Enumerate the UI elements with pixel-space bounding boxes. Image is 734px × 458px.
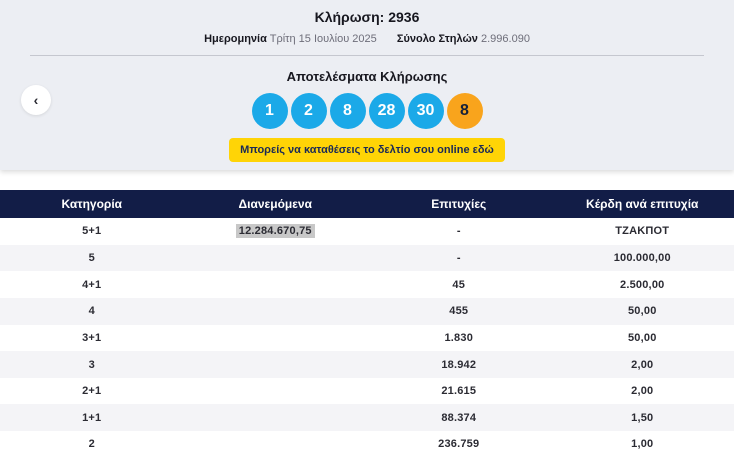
table-row: 2+1 21.6152,00: [0, 378, 734, 405]
column-header: Διανεμόμενα: [184, 197, 368, 211]
category-cell: 3: [0, 359, 184, 371]
date-value: Τρίτη 15 Ιουλίου 2025: [270, 33, 377, 45]
category-cell: 4: [0, 305, 184, 317]
prize-cell: 100.000,00: [551, 252, 734, 264]
table-row: 2 236.7591,00: [0, 431, 734, 458]
prize-cell: 50,00: [551, 305, 734, 317]
winners-cell: 18.942: [367, 359, 551, 371]
column-header: Κέρδη ανά επιτυχία: [551, 197, 734, 211]
draw-summary-section: Κλήρωση: 2936 Ημερομηνία Τρίτη 15 Ιουλίο…: [0, 0, 734, 170]
table-row: 4+1 452.500,00: [0, 271, 734, 298]
table-row: 3 18.9422,00: [0, 351, 734, 378]
prize-cell: 1,50: [551, 412, 734, 424]
columns-value: 2.996.090: [481, 33, 530, 45]
divider: [30, 55, 704, 56]
table-row: 3+1 1.83050,00: [0, 325, 734, 352]
winning-numbers: 12828308: [0, 93, 734, 129]
table-row: 4 45550,00: [0, 298, 734, 325]
winners-cell: 21.615: [367, 385, 551, 397]
winners-cell: 1.830: [367, 332, 551, 344]
selected-text: 12.284.670,75: [236, 224, 315, 238]
category-cell: 2: [0, 438, 184, 450]
previous-draw-button[interactable]: ‹: [21, 85, 51, 115]
draw-meta: Ημερομηνία Τρίτη 15 Ιουλίου 2025 Σύνολο …: [0, 33, 734, 45]
bonus-number-ball: 8: [447, 93, 483, 129]
prize-cell: 2.500,00: [551, 279, 734, 291]
winners-cell: -: [367, 225, 551, 237]
winners-cell: 236.759: [367, 438, 551, 450]
online-ticket-button[interactable]: Μπορείς να καταθέσεις το δελτίο σου onli…: [229, 138, 505, 162]
chevron-left-icon: ‹: [34, 92, 39, 108]
date-label: Ημερομηνία: [204, 33, 267, 45]
winning-number-ball: 8: [330, 93, 366, 129]
results-title: Αποτελέσματα Κλήρωσης: [0, 69, 734, 84]
distributed-cell: 12.284.670,75: [184, 225, 368, 237]
winning-number-ball: 2: [291, 93, 327, 129]
category-cell: 3+1: [0, 332, 184, 344]
column-header: Κατηγορία: [0, 197, 184, 211]
columns-label: Σύνολο Στηλών: [397, 33, 478, 45]
prize-table-body: 5+112.284.670,75-ΤΖΑΚΠΟΤ5-100.000,004+14…: [0, 218, 734, 458]
category-cell: 5: [0, 252, 184, 264]
prize-cell: 2,00: [551, 385, 734, 397]
category-cell: 5+1: [0, 225, 184, 237]
draw-title: Κλήρωση: 2936: [0, 0, 734, 25]
winning-number-ball: 1: [252, 93, 288, 129]
category-cell: 1+1: [0, 412, 184, 424]
winners-cell: 88.374: [367, 412, 551, 424]
winning-number-ball: 28: [369, 93, 405, 129]
winners-cell: -: [367, 252, 551, 264]
draw-number: 2936: [388, 9, 419, 25]
lottery-results-page: Κλήρωση: 2936 Ημερομηνία Τρίτη 15 Ιουλίο…: [0, 0, 734, 458]
prize-cell: 1,00: [551, 438, 734, 450]
prize-table: ΚατηγορίαΔιανεμόμεναΕπιτυχίεςΚέρδη ανά ε…: [0, 190, 734, 458]
prize-table-header: ΚατηγορίαΔιανεμόμεναΕπιτυχίεςΚέρδη ανά ε…: [0, 190, 734, 218]
column-header: Επιτυχίες: [367, 197, 551, 211]
winning-number-ball: 30: [408, 93, 444, 129]
winners-cell: 455: [367, 305, 551, 317]
draw-label: Κλήρωση:: [315, 9, 385, 25]
prize-cell: 2,00: [551, 359, 734, 371]
prize-cell: 50,00: [551, 332, 734, 344]
prize-cell: ΤΖΑΚΠΟΤ: [551, 225, 734, 237]
category-cell: 2+1: [0, 385, 184, 397]
winners-cell: 45: [367, 279, 551, 291]
table-row: 5+1 12.284.670,75 -ΤΖΑΚΠΟΤ: [0, 218, 734, 245]
table-row: 1+1 88.3741,50: [0, 404, 734, 431]
table-row: 5 -100.000,00: [0, 245, 734, 272]
category-cell: 4+1: [0, 279, 184, 291]
